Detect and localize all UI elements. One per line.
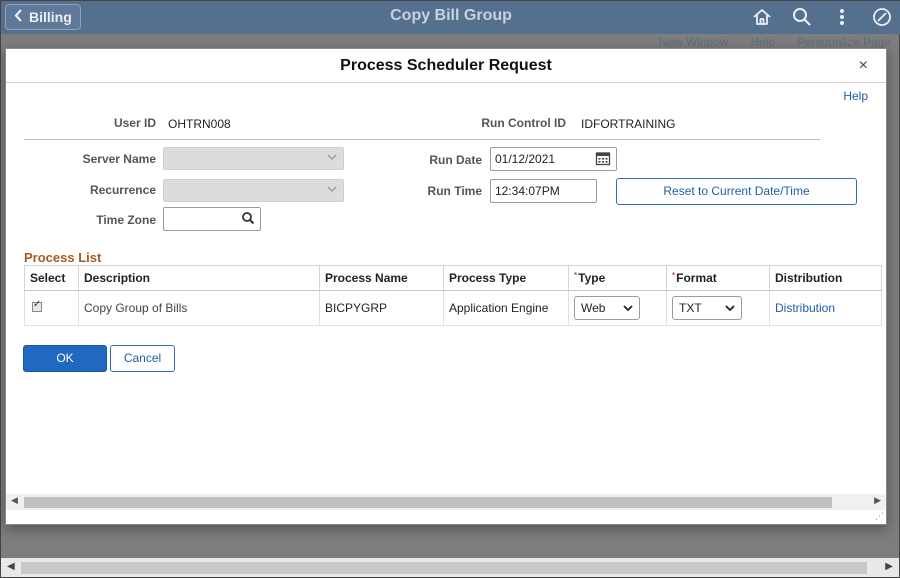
time-zone-label: Time Zone <box>96 213 156 227</box>
col-select: Select <box>24 265 79 291</box>
resize-grip-icon[interactable]: ⋰ <box>875 511 884 522</box>
page-horizontal-scrollbar[interactable]: ◀ ▶ <box>1 558 899 577</box>
subnav-links: New Window | Help | Personalize Page <box>653 35 891 49</box>
help-link-top[interactable]: Help <box>750 35 775 49</box>
format-select[interactable]: TXT <box>672 296 742 320</box>
personalize-page-link[interactable]: Personalize Page <box>797 35 891 49</box>
close-icon[interactable]: × <box>859 49 868 83</box>
col-process-type: Process Type <box>443 265 569 291</box>
modal-title: Process Scheduler Request <box>340 57 552 74</box>
scroll-left-icon[interactable]: ◀ <box>7 561 15 572</box>
more-vertical-icon[interactable] <box>831 6 853 28</box>
server-name-label: Server Name <box>82 152 156 166</box>
reset-date-time-button[interactable]: Reset to Current Date/Time <box>616 178 857 205</box>
col-distribution: Distribution <box>769 265 882 291</box>
section-divider <box>24 139 820 140</box>
chevron-down-icon <box>327 183 337 197</box>
process-scheduler-modal: Process Scheduler Request × Help User ID… <box>5 48 887 525</box>
scrollbar-thumb[interactable] <box>24 497 832 508</box>
scroll-right-icon[interactable]: ▶ <box>874 495 881 506</box>
scroll-left-icon[interactable]: ◀ <box>11 495 18 506</box>
format-cell: TXT <box>666 290 770 326</box>
process-list-grid: Select Description Process Name Process … <box>24 265 882 326</box>
modal-help-link[interactable]: Help <box>843 89 868 103</box>
type-select-value: Web <box>581 301 606 315</box>
search-icon[interactable] <box>791 6 813 28</box>
select-checkbox[interactable] <box>32 299 42 312</box>
required-marker: * <box>574 271 578 280</box>
col-format: *Format <box>666 265 770 291</box>
modal-header: Process Scheduler Request × <box>6 49 886 83</box>
server-name-select[interactable] <box>163 147 344 170</box>
top-banner: Billing Copy Bill Group <box>1 1 900 34</box>
run-time-input[interactable]: 12:34:07PM <box>490 179 597 203</box>
run-date-label: Run Date <box>429 153 482 167</box>
table-row: Copy Group of Bills BICPYGRP Application… <box>24 290 882 326</box>
process-list-title: Process List <box>24 250 102 265</box>
nav-bar-icon[interactable] <box>871 6 893 28</box>
chevron-down-icon <box>327 151 337 165</box>
process-type-cell: Application Engine <box>443 290 569 326</box>
col-type: *Type <box>568 265 667 291</box>
col-description: Description <box>78 265 320 291</box>
run-date-value: 01/12/2021 <box>495 152 556 166</box>
calendar-icon[interactable] <box>595 150 611 173</box>
required-marker: * <box>672 271 676 280</box>
search-icon[interactable] <box>241 210 255 233</box>
recurrence-select[interactable] <box>163 179 344 202</box>
run-date-input[interactable]: 01/12/2021 <box>490 147 617 171</box>
modal-horizontal-scrollbar[interactable]: ◀ ▶ <box>6 494 886 510</box>
user-id-value: OHTRN008 <box>168 117 231 131</box>
cancel-button[interactable]: Cancel <box>110 345 175 372</box>
select-cell <box>24 290 79 326</box>
type-cell: Web <box>568 290 667 326</box>
scroll-right-icon[interactable]: ▶ <box>885 561 893 572</box>
home-icon[interactable] <box>751 6 773 28</box>
type-select[interactable]: Web <box>574 296 640 320</box>
subnav-separator: | <box>784 35 788 49</box>
chevron-down-icon <box>623 301 633 315</box>
format-select-value: TXT <box>679 301 702 315</box>
chevron-down-icon <box>725 301 735 315</box>
recurrence-label: Recurrence <box>89 183 156 197</box>
ok-button[interactable]: OK <box>23 345 107 372</box>
run-control-id-value: IDFORTRAINING <box>581 117 676 131</box>
description-cell: Copy Group of Bills <box>78 290 320 326</box>
scrollbar-thumb[interactable] <box>21 562 867 574</box>
col-process-name: Process Name <box>319 265 444 291</box>
distribution-cell: Distribution <box>769 290 882 326</box>
new-window-link[interactable]: New Window <box>659 35 729 49</box>
user-id-label: User ID <box>113 116 156 130</box>
run-time-label: Run Time <box>427 184 482 198</box>
subnav-separator: | <box>737 35 742 49</box>
distribution-link[interactable]: Distribution <box>775 301 835 315</box>
run-control-id-label: Run Control ID <box>481 116 566 130</box>
grid-header-row: Select Description Process Name Process … <box>24 265 882 291</box>
process-name-cell: BICPYGRP <box>319 290 444 326</box>
run-time-value: 12:34:07PM <box>495 184 560 198</box>
time-zone-input[interactable] <box>163 207 261 231</box>
